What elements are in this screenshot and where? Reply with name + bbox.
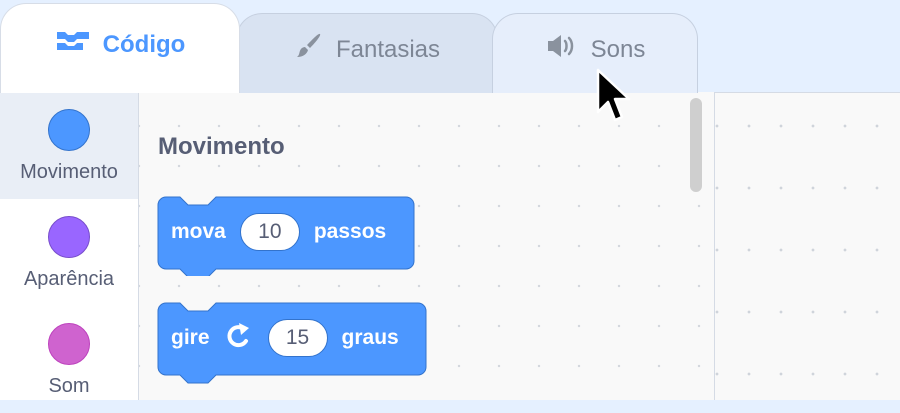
tab-costumes[interactable]: Fantasias	[236, 13, 498, 93]
move-block-prefix: mova	[171, 220, 226, 243]
category-sound-dot	[48, 323, 90, 365]
move-steps-block[interactable]: mova 10 passos	[157, 196, 415, 276]
tab-sounds[interactable]: Sons	[492, 13, 698, 93]
category-sound-label: Som	[48, 375, 90, 397]
tab-code[interactable]: Código	[0, 3, 240, 93]
speaker-icon	[545, 33, 579, 66]
category-menu: Movimento Aparência Som	[0, 92, 139, 400]
tab-costumes-label: Fantasias	[335, 35, 441, 63]
turn-block-content: gire 15 graus	[157, 302, 399, 380]
tab-code-label: Código	[102, 30, 186, 58]
move-block-suffix: passos	[313, 220, 387, 243]
code-icon	[55, 30, 91, 59]
palette-scrollbar[interactable]	[690, 98, 702, 192]
turn-block-suffix: graus	[341, 326, 399, 349]
rotate-right-icon	[224, 321, 254, 355]
category-motion-dot	[48, 109, 90, 151]
category-motion-label: Movimento	[20, 161, 118, 183]
steps-input[interactable]: 10	[239, 213, 300, 251]
tab-sounds-label: Sons	[590, 35, 646, 63]
move-block-content: mova 10 passos	[157, 196, 386, 274]
category-looks-dot	[48, 216, 90, 258]
mouse-cursor-icon	[596, 68, 636, 133]
paintbrush-icon	[294, 31, 324, 68]
category-looks-label: Aparência	[23, 268, 115, 290]
category-looks[interactable]: Aparência	[0, 199, 138, 306]
category-motion[interactable]: Movimento	[0, 92, 138, 199]
turn-right-block[interactable]: gire 15 graus	[157, 302, 427, 384]
degrees-input[interactable]: 15	[267, 319, 328, 357]
turn-block-prefix: gire	[171, 326, 210, 349]
palette-section-title: Movimento	[158, 133, 285, 160]
category-sound[interactable]: Som	[0, 306, 138, 413]
script-workspace[interactable]	[715, 92, 900, 400]
